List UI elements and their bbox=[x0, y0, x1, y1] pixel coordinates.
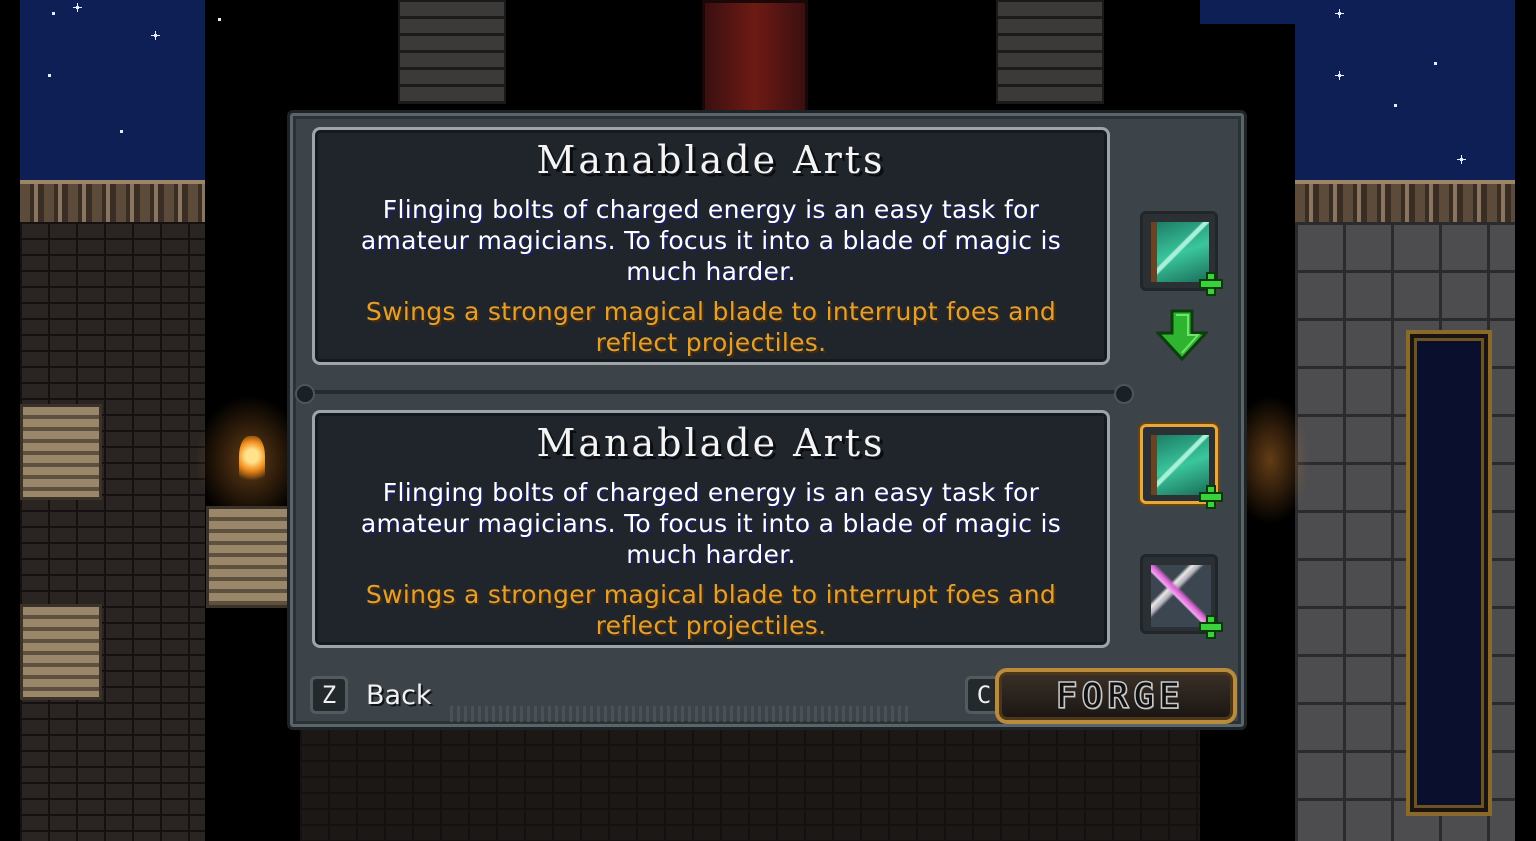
back-key-hint[interactable]: Z bbox=[310, 676, 348, 714]
wooden-crate bbox=[206, 506, 292, 608]
forge-dialog: Manablade Arts Flinging bolts of charged… bbox=[287, 110, 1247, 730]
star bbox=[1394, 104, 1397, 107]
castle-door bbox=[702, 0, 808, 114]
spell-tome-icon bbox=[1151, 435, 1209, 495]
plus-icon bbox=[1201, 617, 1221, 637]
divider-end bbox=[1114, 384, 1134, 404]
forge-button-label: FORGE bbox=[1055, 675, 1185, 718]
star bbox=[73, 3, 82, 12]
wooden-crate bbox=[20, 604, 102, 700]
current-skill-title: Manablade Arts bbox=[536, 138, 886, 182]
star bbox=[1434, 62, 1437, 65]
star bbox=[120, 130, 123, 133]
result-skill-card: Manablade Arts Flinging bolts of charged… bbox=[312, 410, 1110, 648]
forge-button[interactable]: FORGE bbox=[995, 668, 1237, 724]
brick-floor bbox=[300, 728, 1200, 841]
plus-icon bbox=[1201, 487, 1221, 507]
star bbox=[151, 31, 160, 40]
current-item-slot[interactable] bbox=[1140, 211, 1221, 294]
material-item-slot[interactable] bbox=[1140, 554, 1221, 637]
stone-pillar bbox=[996, 0, 1104, 104]
wooden-crate bbox=[20, 404, 102, 500]
section-divider bbox=[304, 390, 1124, 394]
current-skill-description: Flinging bolts of charged energy is an e… bbox=[360, 195, 1062, 286]
shadow-wall bbox=[205, 24, 300, 394]
star bbox=[1335, 9, 1344, 18]
star bbox=[218, 18, 221, 21]
night-sky-left bbox=[20, 0, 205, 180]
result-skill-effect: Swings a stronger magical blade to inter… bbox=[365, 580, 1057, 640]
divider-end bbox=[295, 384, 315, 404]
current-skill-card: Manablade Arts Flinging bolts of charged… bbox=[312, 127, 1110, 365]
torch-flame bbox=[239, 436, 265, 486]
star bbox=[48, 74, 51, 77]
arrow-down-icon bbox=[1156, 309, 1208, 362]
balcony-railing bbox=[1295, 180, 1515, 228]
result-skill-description: Flinging bolts of charged energy is an e… bbox=[360, 478, 1062, 569]
star bbox=[1335, 71, 1344, 80]
result-item-slot[interactable] bbox=[1140, 424, 1221, 507]
current-skill-effect: Swings a stronger magical blade to inter… bbox=[365, 297, 1057, 357]
star bbox=[1457, 155, 1466, 164]
result-skill-title: Manablade Arts bbox=[536, 421, 886, 465]
back-button[interactable]: Back bbox=[366, 680, 432, 711]
stone-pillar bbox=[398, 0, 506, 104]
decorative-grass bbox=[450, 706, 910, 722]
brick-wall bbox=[20, 222, 205, 841]
star bbox=[52, 12, 55, 15]
balcony-railing bbox=[20, 180, 205, 228]
spell-tome-icon bbox=[1151, 222, 1209, 282]
plus-icon bbox=[1201, 274, 1221, 294]
gilded-window bbox=[1406, 330, 1492, 816]
